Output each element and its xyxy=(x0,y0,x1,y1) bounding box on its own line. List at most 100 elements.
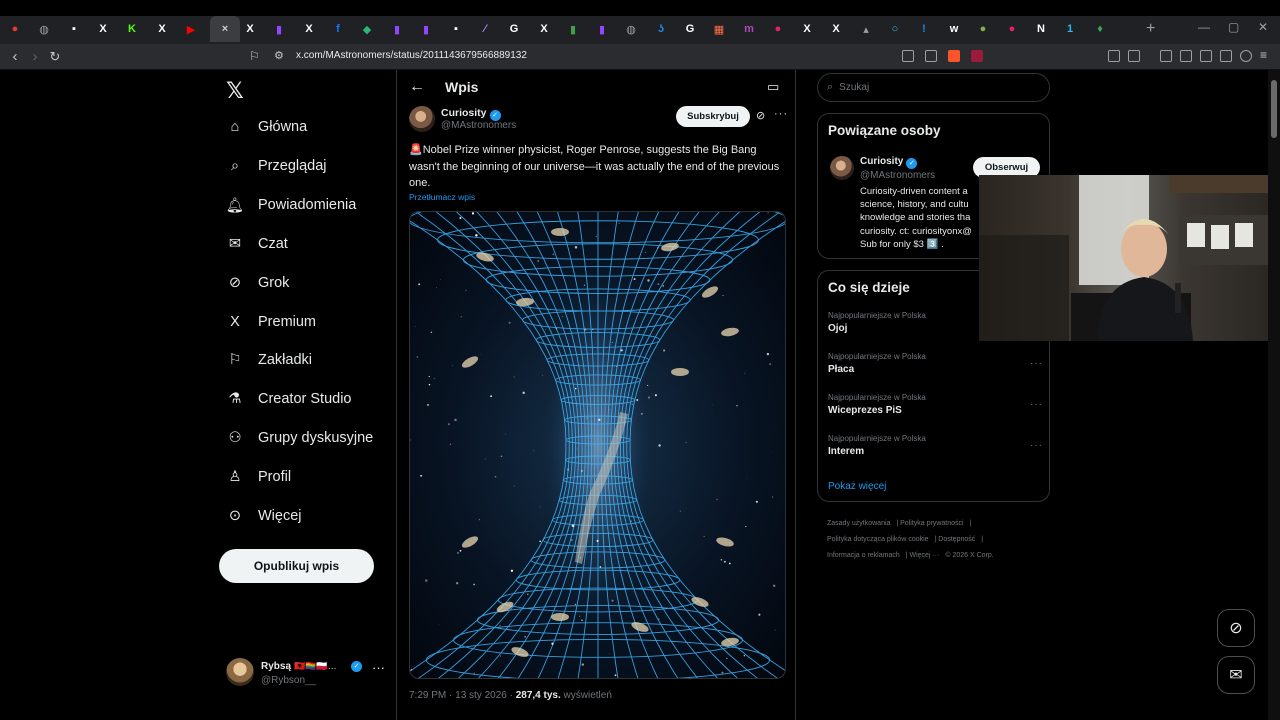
footer-accessibility-link[interactable]: Dostępność xyxy=(938,536,975,543)
author-handle[interactable]: @MAstronomers xyxy=(441,120,516,131)
page-scrollbar[interactable] xyxy=(1268,70,1280,720)
browser-tab-app-icon[interactable]: ▪ xyxy=(448,21,464,37)
browser-tab-facebook-icon[interactable]: f xyxy=(330,21,346,37)
browser-tab-green-app-icon[interactable]: ▮ xyxy=(565,21,581,37)
account-switcher[interactable]: Rybsą 🇦🇱🏳️‍🌈🇵🇱… ✓ @Rybson__ ··· xyxy=(226,658,386,688)
browser-tab-m-icon[interactable]: m xyxy=(741,21,757,37)
browser-tab-app-icon[interactable]: 1 xyxy=(1062,21,1078,37)
chat-fab-icon[interactable]: ✉ xyxy=(1217,656,1255,694)
sidebar-item-flask[interactable]: ⚗ Creator Studio xyxy=(226,384,352,414)
browser-tab-globe-icon[interactable]: ◍ xyxy=(623,21,639,37)
minimize-icon[interactable]: — xyxy=(1198,20,1210,34)
search-box[interactable]: ⌕ xyxy=(817,73,1050,102)
browser-tab-x-icon[interactable]: X xyxy=(154,21,170,37)
browser-menu-icon[interactable]: ≡ xyxy=(1260,48,1272,62)
browser-tab-maps-icon[interactable]: ♦ xyxy=(1092,21,1108,37)
footer-cookies-link[interactable]: Polityka dotycząca plików cookie xyxy=(827,536,929,543)
browser-tab-app-icon[interactable]: ● xyxy=(975,21,991,37)
sidebar-item-more-circle[interactable]: ⊙ Więcej xyxy=(226,501,302,531)
browser-tab-app-icon[interactable]: ● xyxy=(770,21,786,37)
url-field[interactable]: x.com/MAstronomers/status/20111436795668… xyxy=(296,50,527,61)
browser-tab-notion-icon[interactable]: N xyxy=(1033,21,1049,37)
browser-tab-info-icon[interactable]: ! xyxy=(916,21,932,37)
browser-tab-app-icon[interactable]: ▪ xyxy=(66,21,82,37)
browser-tab-twitch-icon[interactable]: ▮ xyxy=(271,21,287,37)
browser-tab-x-icon[interactable]: X xyxy=(301,21,317,37)
new-tab-button[interactable]: + xyxy=(1146,20,1155,38)
post-image[interactable] xyxy=(409,211,786,679)
show-more-link[interactable]: Pokaż więcej xyxy=(828,481,886,492)
related-handle[interactable]: @MAstronomers xyxy=(860,170,935,181)
browser-tab-close-tab-icon[interactable]: × xyxy=(210,16,240,42)
footer-ads-link[interactable]: Informacja o reklamach xyxy=(827,552,900,559)
maximize-icon[interactable]: ▢ xyxy=(1228,20,1239,34)
sidebar-item-mail[interactable]: ✉ Czat xyxy=(226,229,288,259)
sidebar-item-people[interactable]: ⚇ Grupy dyskusyjne xyxy=(226,423,374,453)
vpn-icon[interactable] xyxy=(1240,50,1252,62)
trend-more-icon[interactable]: ··· xyxy=(1030,399,1043,410)
author-name[interactable]: Curiosity ✓ xyxy=(441,107,501,121)
browser-tab-chat-icon[interactable]: ◆ xyxy=(359,21,375,37)
browser-tab-twitch-icon[interactable]: ▮ xyxy=(389,21,405,37)
browser-tab-twitch-icon[interactable]: ▮ xyxy=(594,21,610,37)
sidebar-toggle-icon[interactable] xyxy=(1180,50,1192,62)
cast-icon[interactable] xyxy=(902,50,914,62)
trend-item[interactable]: Najpopularniejsze w Polska Interem ··· xyxy=(828,434,1043,457)
sidebar-item-bell[interactable]: 🔔︎ Powiadomienia xyxy=(226,190,357,220)
related-avatar[interactable] xyxy=(830,156,854,180)
subscribe-button[interactable]: Subskrybuj xyxy=(676,106,750,127)
footer-more-link[interactable]: Więcej ··· xyxy=(909,552,939,559)
forward-icon[interactable]: › xyxy=(26,48,44,65)
browser-tab-feather-icon[interactable]: ⁄ xyxy=(477,21,493,37)
footer-privacy-link[interactable]: Polityka prywatności xyxy=(900,520,963,527)
reload-icon[interactable]: ↻ xyxy=(46,49,64,65)
media-icon[interactable] xyxy=(1160,50,1172,62)
close-tab-icon[interactable]: × xyxy=(222,23,228,35)
browser-tab-x-icon[interactable]: X xyxy=(242,21,258,37)
browser-tab-shazam-icon[interactable]: ʖ xyxy=(653,21,669,37)
browser-tab-ring-icon[interactable]: ○ xyxy=(887,21,903,37)
sidebar-item-bookmark[interactable]: ⚐ Zakładki xyxy=(226,345,313,375)
trend-item[interactable]: Najpopularniejsze w Polska Wiceprezes PiS… xyxy=(828,393,1043,416)
wallet-icon[interactable] xyxy=(1200,50,1212,62)
search-input[interactable] xyxy=(839,82,1020,93)
sidebar-item-home[interactable]: ⌂ Główna xyxy=(226,112,308,142)
more-icon[interactable]: ··· xyxy=(372,660,385,675)
sidebar-item-grok[interactable]: ⊘ Grok xyxy=(226,268,290,298)
browser-tab-app-icon[interactable]: ● xyxy=(1004,21,1020,37)
sidebar-item-search[interactable]: ⌕ Przeglądaj xyxy=(226,151,327,181)
ai-assistant-icon[interactable] xyxy=(1220,50,1232,62)
footer-terms-link[interactable]: Zasady użytkowania xyxy=(827,520,890,527)
browser-tab-rec-icon[interactable]: ● xyxy=(7,21,23,37)
site-settings-icon[interactable]: ⚙ xyxy=(274,49,284,62)
share-icon[interactable] xyxy=(925,50,937,62)
browser-tab-x-icon[interactable]: X xyxy=(95,21,111,37)
grok-fab-icon[interactable]: ⊘ xyxy=(1217,609,1255,647)
browser-tab-twitch-icon[interactable]: ▮ xyxy=(418,21,434,37)
translate-link[interactable]: Przetłumacz wpis xyxy=(409,192,475,202)
browser-tab-app-icon[interactable]: ▴ xyxy=(858,21,874,37)
sidebar-item-person[interactable]: ♙ Profil xyxy=(226,462,292,492)
browser-tab-kick-icon[interactable]: K xyxy=(124,21,140,37)
sidebar-item-x-premium[interactable]: X Premium xyxy=(226,307,316,337)
browser-tab-google-icon[interactable]: G xyxy=(682,21,698,37)
back-arrow-icon[interactable]: ← xyxy=(409,78,425,96)
trend-more-icon[interactable]: ··· xyxy=(1030,440,1043,451)
browser-tab-x-icon[interactable]: X xyxy=(536,21,552,37)
screenshot-icon[interactable] xyxy=(1128,50,1140,62)
bookmark-page-icon[interactable]: ⚐ xyxy=(249,49,260,63)
browser-tab-x-icon[interactable]: X xyxy=(828,21,844,37)
trend-more-icon[interactable]: ··· xyxy=(1030,358,1043,369)
back-icon[interactable]: ‹ xyxy=(6,48,24,65)
browser-tab-youtube-icon[interactable]: ▶ xyxy=(183,21,199,37)
brave-shield-icon[interactable] xyxy=(948,50,960,62)
scrollbar-thumb[interactable] xyxy=(1271,80,1277,138)
browser-tab-globe-icon[interactable]: ◍ xyxy=(36,21,52,37)
x-logo-icon[interactable]: 𝕏 xyxy=(226,78,244,104)
reader-mode-icon[interactable]: ▭ xyxy=(767,79,779,95)
publish-post-button[interactable]: Opublikuj wpis xyxy=(219,549,374,583)
browser-tab-grid-icon[interactable]: ▦ xyxy=(711,21,727,37)
brave-rewards-icon[interactable] xyxy=(971,50,983,62)
browser-tab-wz-icon[interactable]: w xyxy=(946,21,962,37)
post-more-icon[interactable]: ··· xyxy=(774,108,788,120)
